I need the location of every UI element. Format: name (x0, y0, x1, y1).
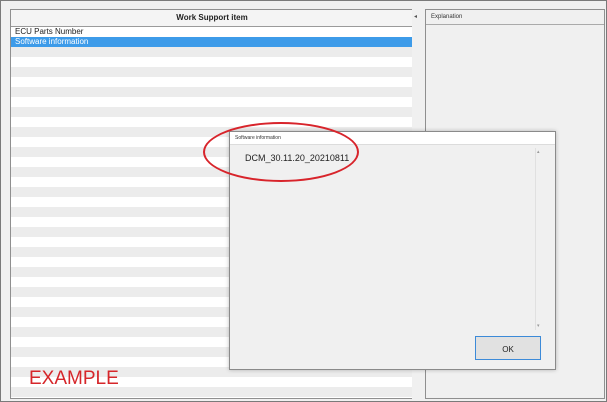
empty-list-row (11, 87, 413, 97)
dialog-content: DCM_30.11.20_20210811 ▴ ▾ (238, 148, 544, 330)
dialog-scrollbar[interactable]: ▴ ▾ (535, 148, 544, 330)
software-version-text: DCM_30.11.20_20210811 (245, 153, 350, 163)
dialog-title: Software information (230, 132, 555, 145)
collapse-arrow-icon[interactable]: ◂ (414, 13, 417, 20)
explanation-title: Explanation (431, 14, 463, 20)
list-header[interactable]: Work Support item (11, 10, 413, 27)
list-item-software-information[interactable]: Software information (11, 37, 413, 47)
software-information-dialog: Software information DCM_30.11.20_202108… (229, 131, 556, 370)
empty-list-row (11, 77, 413, 87)
empty-list-row (11, 97, 413, 107)
work-support-window: Work Support item ECU Parts Number Softw… (0, 0, 607, 402)
empty-list-row (11, 117, 413, 127)
ok-button[interactable]: OK (475, 336, 541, 360)
empty-list-row (11, 67, 413, 77)
example-label: EXAMPLE (29, 368, 119, 389)
scroll-up-icon[interactable]: ▴ (537, 149, 540, 155)
list-item-ecu-parts-number[interactable]: ECU Parts Number (11, 27, 413, 37)
empty-list-row (11, 107, 413, 117)
empty-list-row (11, 57, 413, 67)
scroll-down-icon[interactable]: ▾ (537, 323, 540, 329)
empty-list-row (11, 47, 413, 57)
